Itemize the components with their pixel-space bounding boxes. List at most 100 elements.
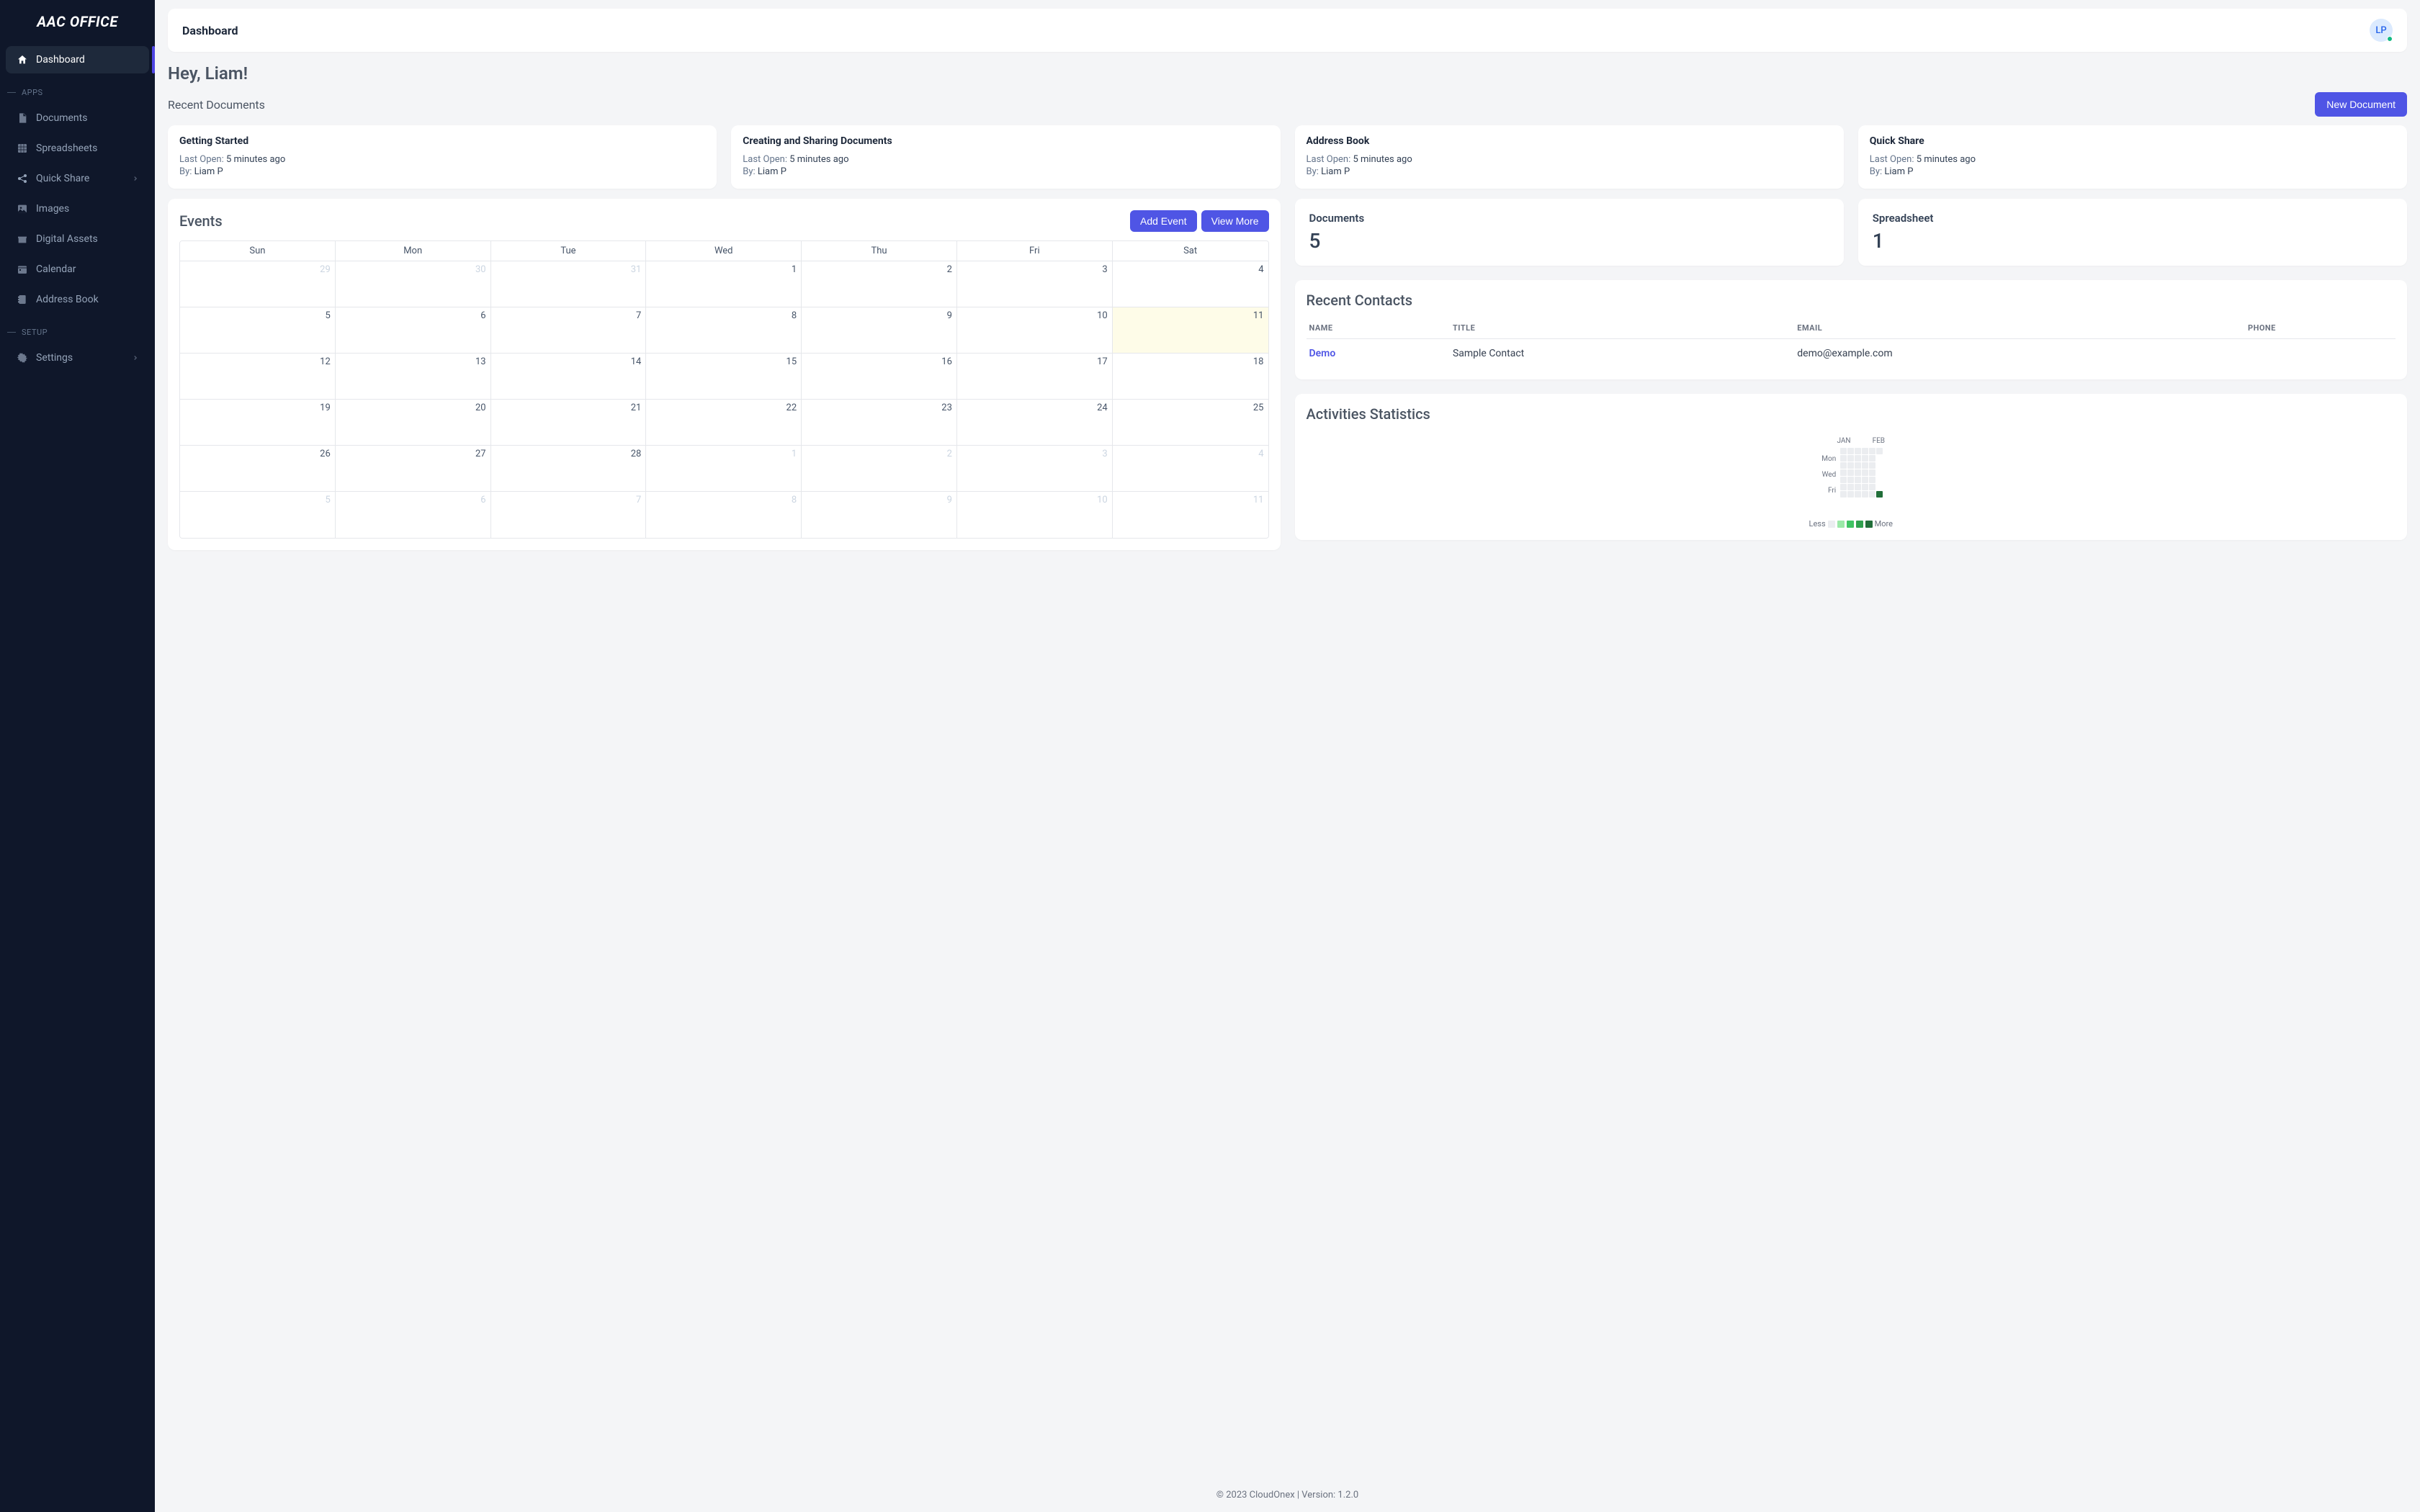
sidebar-item-documents[interactable]: Documents [6,104,149,132]
calendar-day[interactable]: 22 [646,400,802,446]
sidebar-section-setup: SETUP [0,316,155,341]
calendar-day[interactable]: 7 [491,307,647,354]
doc-last-open: Last Open: 5 minutes ago [1870,154,2396,165]
calendar-day[interactable]: 24 [957,400,1113,446]
col-phone: PHONE [2245,318,2396,339]
calendar-day[interactable]: 3 [957,261,1113,307]
heatmap-cell [1840,455,1847,462]
calendar-day[interactable]: 8 [646,307,802,354]
page-title: Dashboard [182,24,238,37]
calendar-day[interactable]: 4 [1113,261,1268,307]
sidebar: AAC OFFICE Dashboard APPS Documents Spre… [0,0,155,1512]
calendar-day[interactable]: 5 [180,307,336,354]
calendar-day[interactable]: 26 [180,446,336,492]
calendar-day[interactable]: 17 [957,354,1113,400]
sidebar-item-settings[interactable]: Settings [6,344,149,372]
calendar-day[interactable]: 1 [646,446,802,492]
brand-logo[interactable]: AAC OFFICE [0,0,155,43]
sidebar-item-images[interactable]: Images [6,195,149,222]
sidebar-item-label: Spreadsheets [36,143,97,154]
activity-heatmap: JAN FEB Mon Wed Fri [1307,423,2396,528]
events-title: Events [179,212,223,230]
contact-name[interactable]: Demo [1307,339,1450,369]
calendar-day[interactable]: 18 [1113,354,1268,400]
calendar-day[interactable]: 6 [336,307,491,354]
heatmap-cell [1847,455,1854,462]
avatar[interactable]: LP [2370,19,2393,42]
doc-title: Creating and Sharing Documents [743,135,1268,147]
calendar-day[interactable]: 23 [802,400,957,446]
calendar-day[interactable]: 20 [336,400,491,446]
calendar-day[interactable]: 11 [1113,492,1268,538]
calendar-day[interactable]: 9 [802,492,957,538]
calendar-day[interactable]: 30 [336,261,491,307]
contacts-table: NAME TITLE EMAIL PHONE DemoSample Contac… [1307,318,2396,368]
new-document-button[interactable]: New Document [2315,92,2407,117]
heatmap-cell [1847,477,1854,483]
calendar-day[interactable]: 21 [491,400,647,446]
activities-title: Activities Statistics [1307,405,2396,423]
calendar-day[interactable]: 12 [180,354,336,400]
calendar-day[interactable]: 5 [180,492,336,538]
heatmap-cell [1869,491,1876,498]
doc-card[interactable]: Quick ShareLast Open: 5 minutes agoBy: L… [1858,125,2407,189]
calendar-day[interactable]: 1 [646,261,802,307]
view-more-button[interactable]: View More [1201,210,1269,232]
calendar-day[interactable]: 10 [957,307,1113,354]
documents-stat[interactable]: Documents 5 [1295,199,1844,266]
calendar-day[interactable]: 19 [180,400,336,446]
calendar-day[interactable]: 10 [957,492,1113,538]
calendar-day[interactable]: 31 [491,261,647,307]
sidebar-item-calendar[interactable]: Calendar [6,256,149,283]
contacts-panel: Recent Contacts NAME TITLE EMAIL PHONE D… [1295,280,2408,379]
doc-title: Address Book [1307,135,1832,147]
heatmap-cell [1855,448,1861,454]
chevron-right-icon [132,175,139,182]
calendar-day[interactable]: 9 [802,307,957,354]
sidebar-item-spreadsheets[interactable]: Spreadsheets [6,135,149,162]
doc-author: By: Liam P [1870,166,2396,177]
recent-docs-label: Recent Documents [168,98,265,112]
heatmap-cell [1862,469,1868,476]
calendar-day[interactable]: 8 [646,492,802,538]
heatmap-cell [1869,469,1876,476]
calendar-icon [16,263,29,276]
calendar-day[interactable]: 7 [491,492,647,538]
sidebar-item-quick-share[interactable]: Quick Share [6,165,149,192]
calendar-day[interactable]: 27 [336,446,491,492]
calendar-day[interactable]: 14 [491,354,647,400]
calendar-grid: SunMonTueWedThuFriSat 293031123456789101… [179,240,1269,539]
heatmap-cell [1840,477,1847,483]
main: Dashboard LP Hey, Liam! Recent Documents… [155,0,2420,1512]
calendar-day[interactable]: 15 [646,354,802,400]
sidebar-item-digital-assets[interactable]: Digital Assets [6,225,149,253]
col-title: TITLE [1450,318,1794,339]
calendar-dow: Wed [646,241,802,261]
heatmap-cell [1855,462,1861,469]
calendar-day[interactable]: 29 [180,261,336,307]
presence-dot [2387,36,2393,42]
calendar-day[interactable]: 13 [336,354,491,400]
calendar-day[interactable]: 11 [1113,307,1268,354]
sidebar-item-address-book[interactable]: Address Book [6,286,149,313]
calendar-day[interactable]: 4 [1113,446,1268,492]
calendar-day[interactable]: 28 [491,446,647,492]
calendar-day[interactable]: 25 [1113,400,1268,446]
doc-card[interactable]: Address BookLast Open: 5 minutes agoBy: … [1295,125,1844,189]
heatmap-cell [1840,469,1847,476]
sidebar-item-label: Dashboard [36,54,85,66]
sidebar-item-dashboard[interactable]: Dashboard [6,46,149,73]
box-icon [16,233,29,246]
calendar-day[interactable]: 16 [802,354,957,400]
heatmap-cell [1847,484,1854,490]
calendar-day[interactable]: 3 [957,446,1113,492]
add-event-button[interactable]: Add Event [1130,210,1197,232]
calendar-day[interactable]: 2 [802,261,957,307]
calendar-day[interactable]: 6 [336,492,491,538]
heatmap-cell [1862,484,1868,490]
doc-card[interactable]: Getting StartedLast Open: 5 minutes agoB… [168,125,717,189]
calendar-day[interactable]: 2 [802,446,957,492]
contact-phone [2245,339,2396,369]
doc-card[interactable]: Creating and Sharing DocumentsLast Open:… [731,125,1280,189]
spreadsheet-stat[interactable]: Spreadsheet 1 [1858,199,2407,266]
